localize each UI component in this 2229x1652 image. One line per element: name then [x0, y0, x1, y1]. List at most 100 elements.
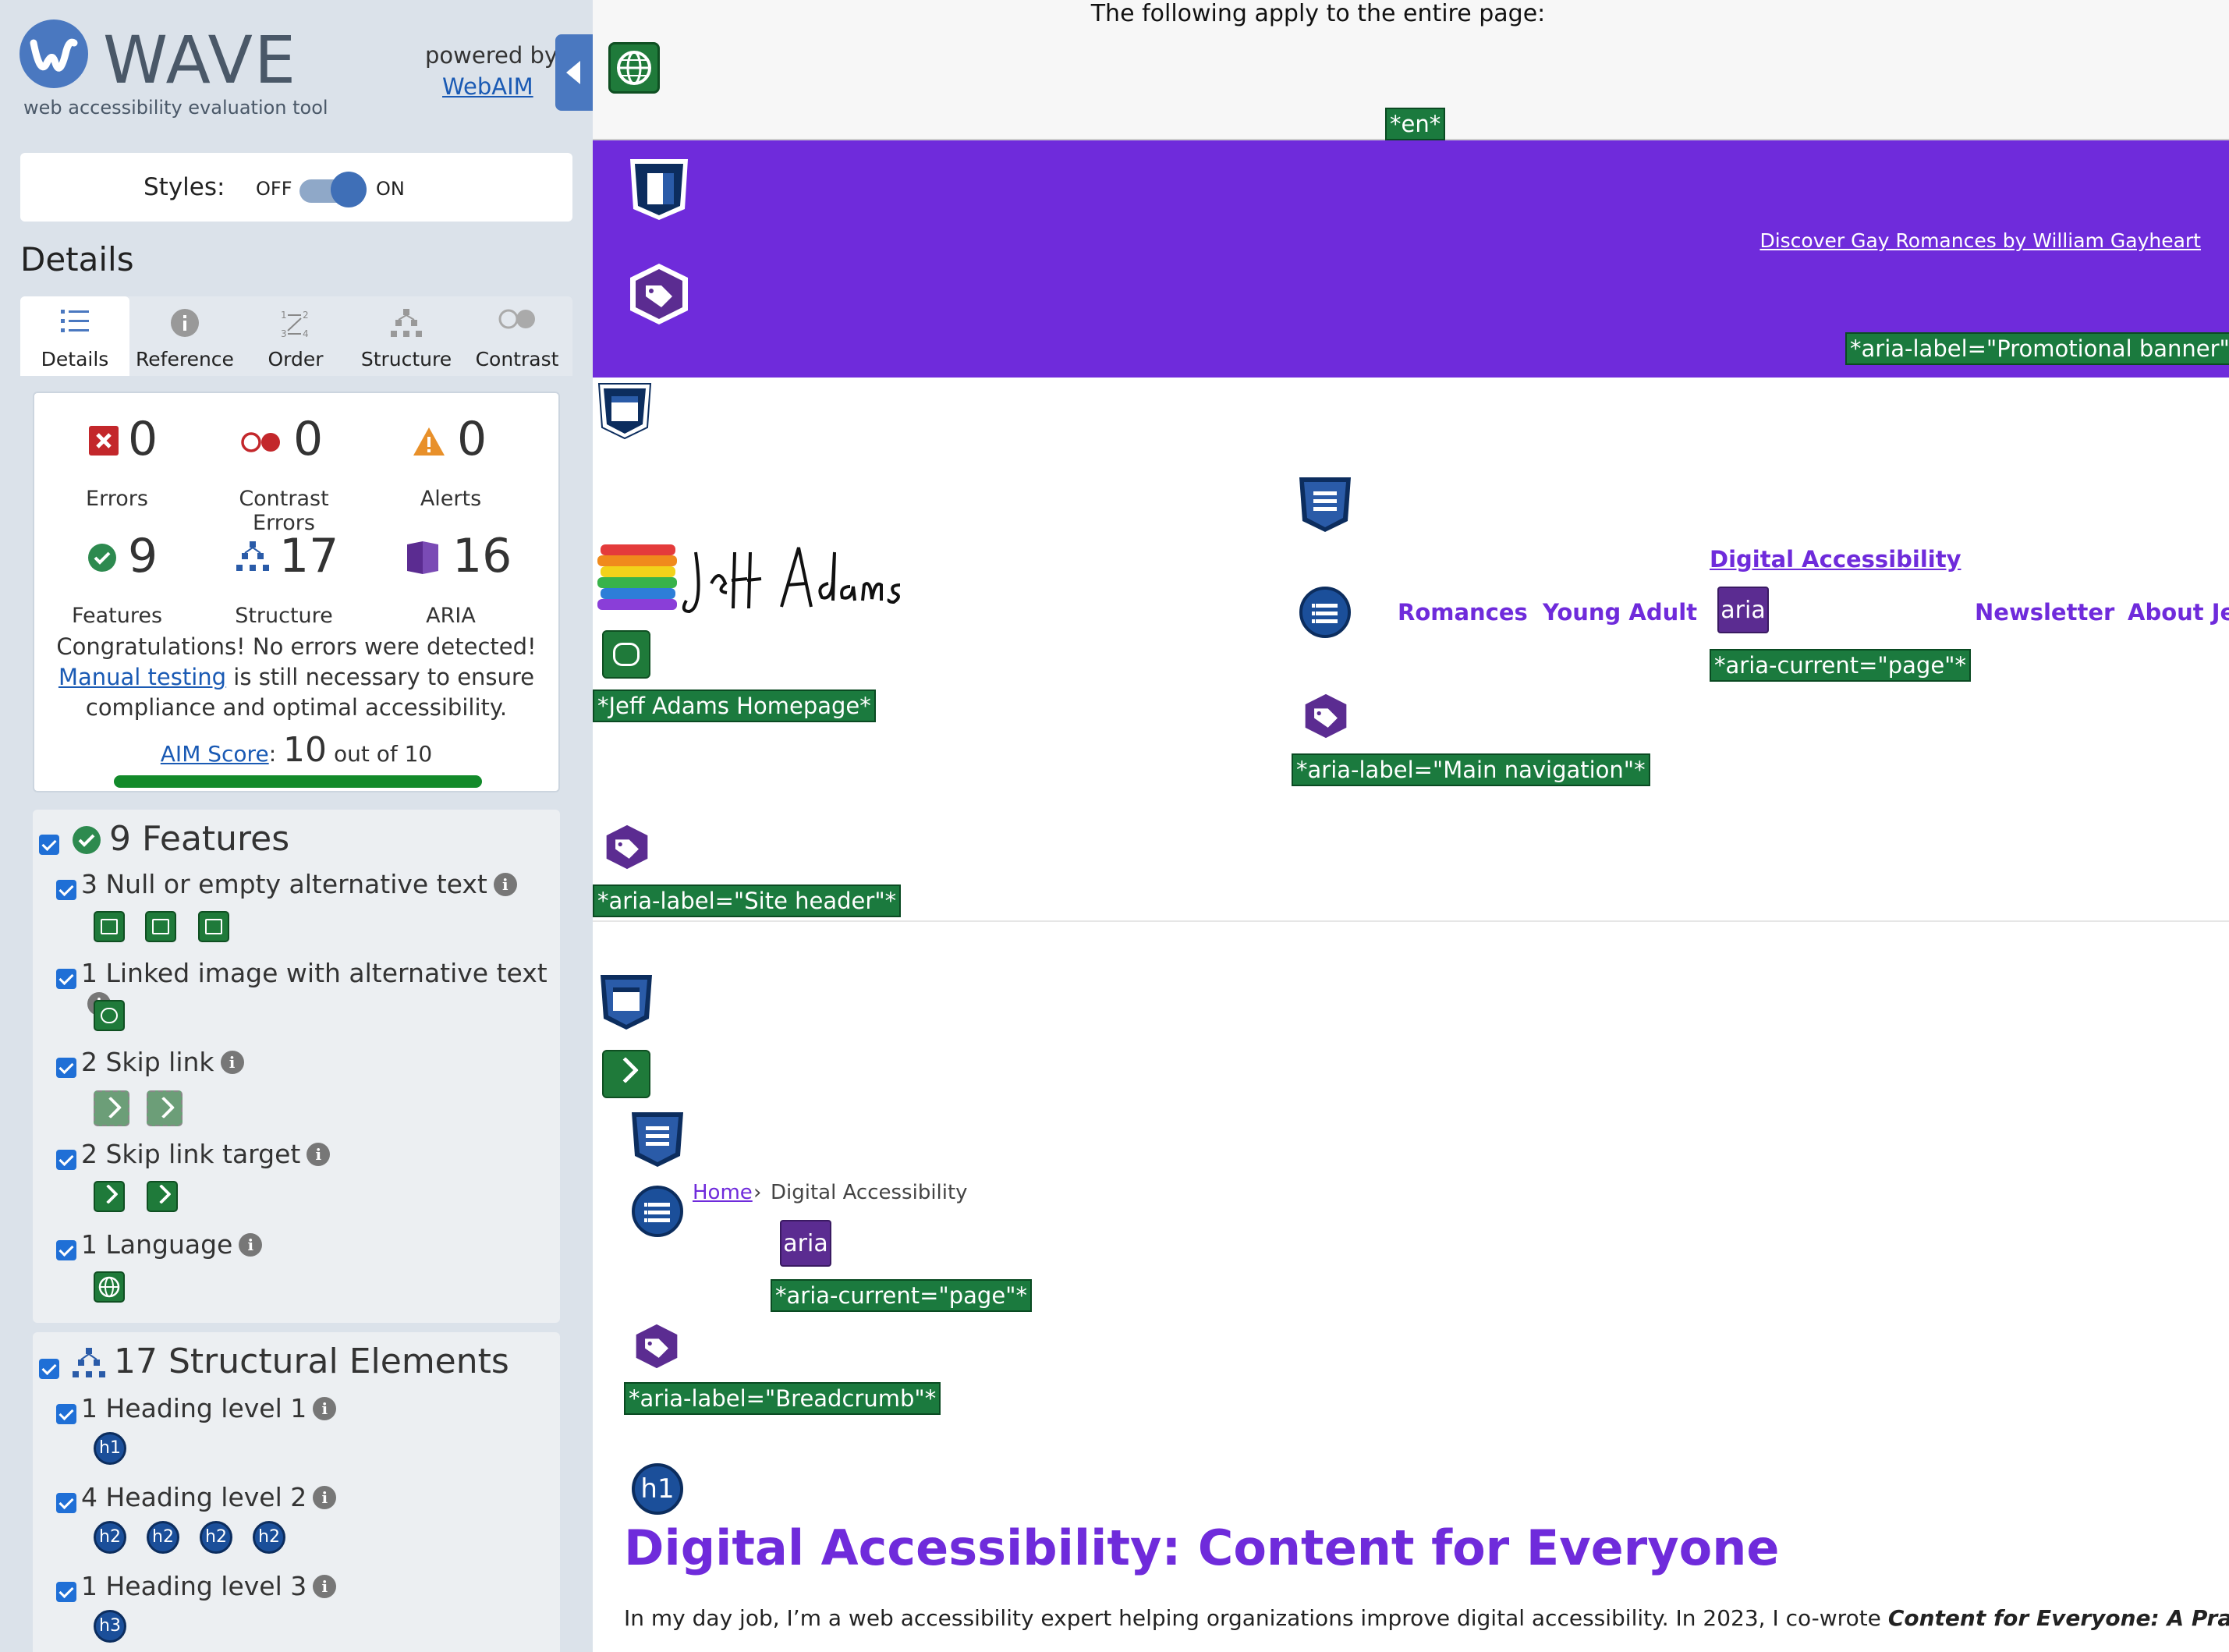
list-icon[interactable] [1299, 587, 1351, 638]
nav-item-digital-accessibility[interactable]: Digital Accessibility [1710, 546, 1961, 573]
skip-target-icon[interactable] [94, 1181, 125, 1212]
aim-out-of: out of 10 [333, 741, 433, 767]
logo-alt-tag: *Jeff Adams Homepage* [593, 690, 876, 722]
page-title: Digital Accessibility: Content for Every… [624, 1519, 1780, 1576]
language-globe-icon[interactable] [94, 1271, 125, 1303]
h2-badge-icon[interactable]: h2 [253, 1521, 285, 1554]
features-checkbox[interactable] [39, 835, 59, 855]
aria-label-tag-icon[interactable] [599, 819, 655, 875]
tab-reference[interactable]: Reference [129, 296, 240, 376]
errors-count: 0 [128, 412, 158, 466]
congrats-pre: Congratulations! No errors were detected… [56, 633, 537, 660]
info-icon[interactable]: i [313, 1575, 337, 1598]
aim-score-value: 10 [283, 730, 328, 770]
congrats-message: Congratulations! No errors were detected… [34, 632, 558, 723]
site-header-aria-label-tag: *aria-label="Site header"* [593, 884, 902, 917]
nav-aria-current-tag: *aria-current="page"* [1710, 649, 1972, 682]
info-icon[interactable]: i [307, 1143, 331, 1166]
breadcrumb-aria-current-tag: *aria-current="page"* [771, 1279, 1033, 1312]
chevron-left-icon [566, 61, 580, 84]
info-icon[interactable]: i [220, 1051, 244, 1074]
h1-label: 1 Heading level 1 i [81, 1393, 337, 1423]
aria-label: ARIA [426, 604, 476, 628]
feature-check-icon [73, 826, 101, 854]
aria-label-tag-icon[interactable] [627, 262, 691, 326]
skip-target-icon[interactable] [147, 1181, 178, 1212]
manual-testing-link[interactable]: Manual testing [58, 664, 226, 690]
null-alt-label: 3 Null or empty alternative text i [81, 869, 517, 899]
styles-toggle-box: Styles: OFF ON [20, 153, 572, 222]
language-globe-icon[interactable] [608, 42, 660, 94]
nav-item-about-jeff[interactable]: About Jeff [2128, 599, 2229, 626]
nav-item-newsletter[interactable]: Newsletter [1975, 599, 2114, 626]
tab-order[interactable]: 1 2 3 4 Order [240, 296, 351, 376]
header-region-shield-icon[interactable] [596, 382, 654, 440]
webaim-link[interactable]: WebAIM [442, 73, 533, 100]
structure-checkbox[interactable] [39, 1359, 59, 1379]
skip-link-icon[interactable] [94, 1090, 129, 1126]
h1-badge-icon[interactable]: h1 [632, 1463, 683, 1515]
null-alt-image-icon[interactable] [94, 911, 125, 942]
structure-count: 17 [279, 529, 339, 583]
styles-toggle-knob[interactable] [331, 172, 367, 207]
nav-region-shield-icon[interactable] [1296, 476, 1354, 534]
aria-label-tag-icon[interactable] [1298, 688, 1354, 744]
error-icon [89, 426, 119, 456]
tab-details[interactable]: Details [20, 296, 129, 376]
evaluated-page: The following apply to the entire page: … [593, 0, 2229, 1652]
svg-text:2: 2 [303, 310, 309, 321]
structure-label: Structure [235, 604, 333, 628]
aria-icon[interactable]: aria [780, 1220, 831, 1267]
h3-badge-icon[interactable]: h3 [94, 1610, 126, 1643]
styles-label: Styles: [144, 173, 225, 201]
aria-label-tag-icon[interactable] [629, 1318, 685, 1374]
null-alt-checkbox[interactable] [56, 880, 76, 900]
info-icon[interactable]: i [313, 1486, 337, 1509]
language-label: 1 Language i [81, 1229, 263, 1260]
tab-order-label: Order [268, 348, 324, 370]
wave-logo-icon [19, 19, 88, 88]
skip-target-checkbox[interactable] [56, 1150, 76, 1170]
intro-paragraph: In my day job, I’m a web accessibility e… [624, 1605, 2229, 1631]
jeff-adams-logo[interactable] [594, 537, 906, 621]
region-shield-icon[interactable] [625, 156, 693, 223]
nav-item-romances[interactable]: Romances [1398, 599, 1528, 626]
main-region-shield-icon[interactable] [597, 973, 655, 1031]
contrast-errors-count: 0 [293, 412, 324, 466]
skip-link-checkbox[interactable] [56, 1058, 76, 1078]
h3-checkbox[interactable] [56, 1582, 76, 1602]
aim-score-link[interactable]: AIM Score [161, 741, 269, 767]
skip-link-icon[interactable] [147, 1090, 183, 1126]
null-alt-image-icon[interactable] [198, 911, 229, 942]
linked-image-label: 1 Linked image with alternative texti [81, 958, 560, 1019]
breadcrumb-home-link[interactable]: Home [693, 1181, 753, 1204]
list-icon [61, 310, 89, 332]
null-alt-image-icon[interactable] [145, 911, 176, 942]
wave-tagline: web accessibility evaluation tool [23, 97, 328, 119]
tab-contrast[interactable]: Contrast [462, 296, 572, 376]
info-icon[interactable]: i [239, 1233, 263, 1257]
collapse-sidebar-button[interactable] [555, 34, 593, 111]
h2-badge-icon[interactable]: h2 [94, 1521, 126, 1554]
linked-image-checkbox[interactable] [56, 969, 76, 989]
linked-image-icon[interactable] [94, 1000, 125, 1031]
language-checkbox[interactable] [56, 1240, 76, 1260]
skip-link-target-icon[interactable] [602, 1050, 650, 1098]
aria-icon[interactable]: aria [1717, 587, 1769, 633]
h2-checkbox[interactable] [56, 1493, 76, 1513]
promo-link[interactable]: Discover Gay Romances by William Gayhear… [1759, 229, 2201, 252]
info-icon[interactable]: i [313, 1397, 337, 1420]
tab-reference-label: Reference [136, 348, 234, 370]
h2-badge-icon[interactable]: h2 [147, 1521, 179, 1554]
h2-badge-icon[interactable]: h2 [200, 1521, 232, 1554]
ordered-list-icon[interactable] [632, 1186, 683, 1237]
nav-item-young-adult[interactable]: Young Adult [1543, 599, 1697, 626]
structure-panel: 17 Structural Elements 1 Heading level 1… [33, 1332, 560, 1652]
h1-checkbox[interactable] [56, 1404, 76, 1424]
h1-badge-icon[interactable]: h1 [94, 1432, 126, 1465]
tab-structure[interactable]: Structure [351, 296, 462, 376]
linked-image-icon[interactable] [602, 630, 650, 679]
breadcrumb-nav-shield-icon[interactable] [629, 1111, 686, 1168]
info-icon[interactable]: i [493, 873, 517, 896]
svg-text:3: 3 [281, 328, 287, 339]
